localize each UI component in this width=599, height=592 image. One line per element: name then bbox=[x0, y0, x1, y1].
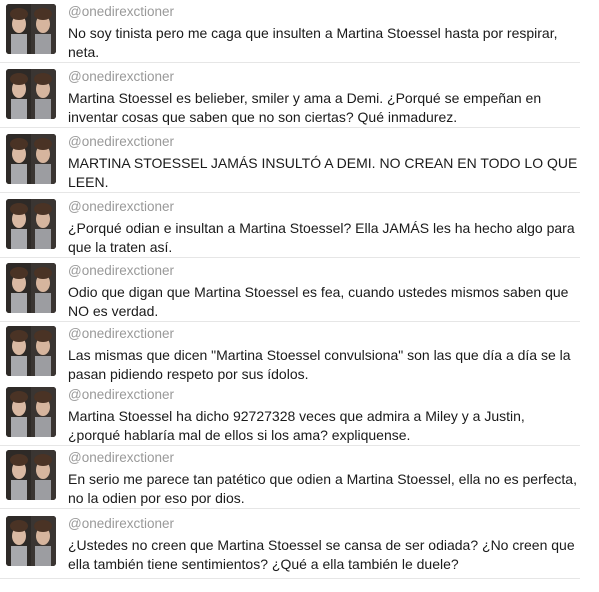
avatar[interactable] bbox=[6, 199, 56, 249]
profile-photo-icon bbox=[6, 263, 56, 313]
tweet-card[interactable]: @onedirexctioner MARTINA STOESSEL JAMÁS … bbox=[0, 130, 580, 193]
tweet-handle[interactable]: @onedirexctioner bbox=[68, 387, 174, 402]
tweet-card[interactable]: @onedirexctioner No soy tinista pero me … bbox=[0, 0, 580, 63]
tweet-handle[interactable]: @onedirexctioner bbox=[68, 450, 174, 465]
tweet-card[interactable]: @onedirexctioner Las mismas que dicen "M… bbox=[0, 322, 580, 385]
profile-photo-icon bbox=[6, 69, 56, 119]
avatar[interactable] bbox=[6, 516, 56, 566]
profile-photo-icon bbox=[6, 516, 56, 566]
tweet-handle[interactable]: @onedirexctioner bbox=[68, 4, 174, 19]
avatar[interactable] bbox=[6, 4, 56, 54]
tweet-handle[interactable]: @onedirexctioner bbox=[68, 516, 174, 531]
profile-photo-icon bbox=[6, 134, 56, 184]
avatar[interactable] bbox=[6, 326, 56, 376]
tweet-card[interactable]: @onedirexctioner ¿Porqué odian e insulta… bbox=[0, 195, 580, 258]
tweet-text: ¿Ustedes no creen que Martina Stoessel s… bbox=[68, 537, 575, 572]
tweet-handle[interactable]: @onedirexctioner bbox=[68, 134, 174, 149]
profile-photo-icon bbox=[6, 199, 56, 249]
tweet-handle[interactable]: @onedirexctioner bbox=[68, 263, 174, 278]
tweet-text: Odio que digan que Martina Stoessel es f… bbox=[68, 284, 569, 319]
tweet-card[interactable]: @onedirexctioner Odio que digan que Mart… bbox=[0, 259, 580, 322]
tweet-text: ¿Porqué odian e insultan a Martina Stoes… bbox=[68, 220, 575, 255]
tweet-card[interactable]: @onedirexctioner En serio me parece tan … bbox=[0, 446, 580, 509]
tweet-text: En serio me parece tan patético que odie… bbox=[68, 471, 577, 506]
tweet-text: Martina Stoessel ha dicho 92727328 veces… bbox=[68, 408, 525, 443]
tweet-text: No soy tinista pero me caga que insulten… bbox=[68, 25, 558, 60]
tweet-card[interactable]: @onedirexctioner Martina Stoessel es bel… bbox=[0, 65, 580, 128]
tweet-handle[interactable]: @onedirexctioner bbox=[68, 199, 174, 214]
tweet-card[interactable]: @onedirexctioner ¿Ustedes no creen que M… bbox=[0, 512, 580, 579]
avatar[interactable] bbox=[6, 134, 56, 184]
avatar[interactable] bbox=[6, 450, 56, 500]
tweet-text: Martina Stoessel es belieber, smiler y a… bbox=[68, 90, 542, 125]
tweet-handle[interactable]: @onedirexctioner bbox=[68, 326, 174, 341]
avatar[interactable] bbox=[6, 387, 56, 437]
profile-photo-icon bbox=[6, 4, 56, 54]
profile-photo-icon bbox=[6, 326, 56, 376]
tweet-handle[interactable]: @onedirexctioner bbox=[68, 69, 174, 84]
tweet-text: MARTINA STOESSEL JAMÁS INSULTÓ A DEMI. N… bbox=[68, 155, 578, 190]
avatar[interactable] bbox=[6, 69, 56, 119]
profile-photo-icon bbox=[6, 387, 56, 437]
tweet-card[interactable]: @onedirexctioner Martina Stoessel ha dic… bbox=[0, 383, 580, 446]
avatar[interactable] bbox=[6, 263, 56, 313]
profile-photo-icon bbox=[6, 450, 56, 500]
tweet-text: Las mismas que dicen "Martina Stoessel c… bbox=[68, 347, 571, 382]
